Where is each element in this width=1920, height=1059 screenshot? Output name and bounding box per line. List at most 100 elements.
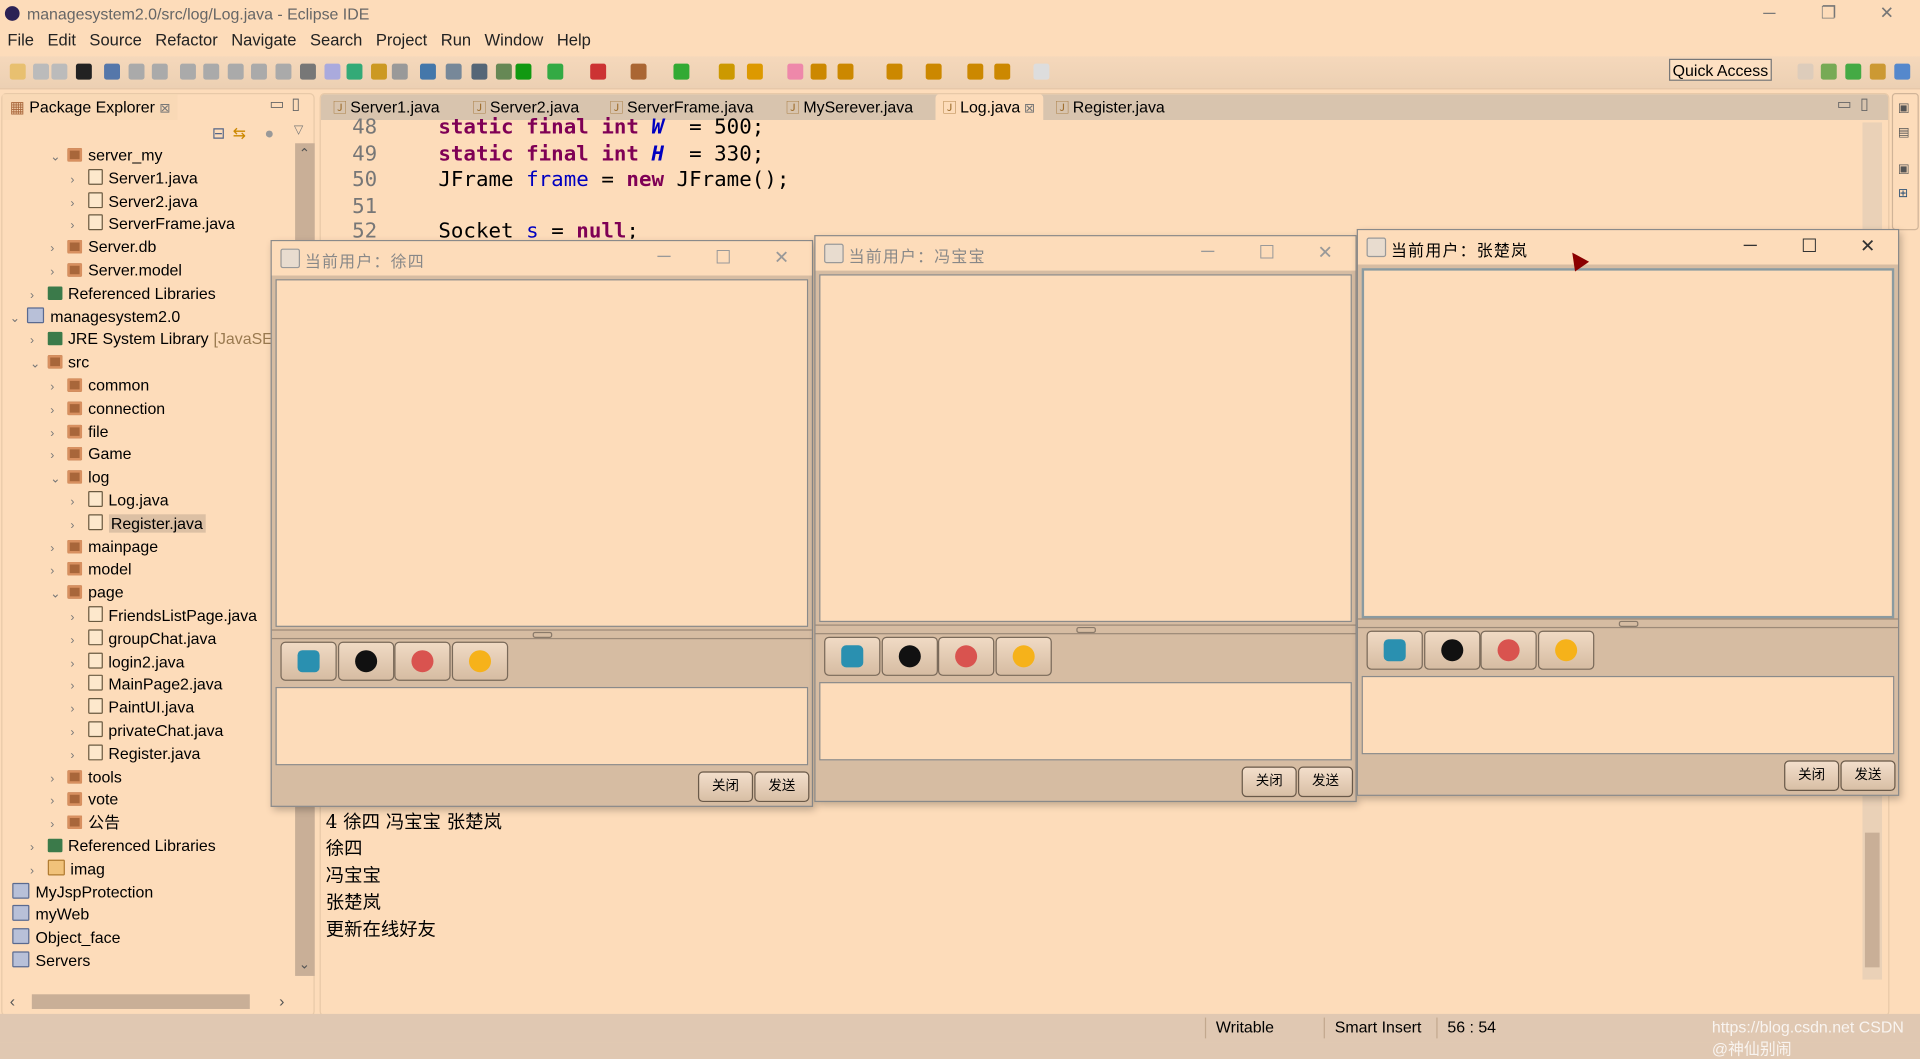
menu-edit[interactable]: Edit	[40, 27, 82, 49]
close-button[interactable]: ✕	[1860, 235, 1875, 257]
maximize-button[interactable]: ☐	[1801, 235, 1817, 257]
tree-item-model[interactable]: › model	[50, 558, 131, 581]
minimize-view-icon[interactable]: ▭	[269, 94, 284, 114]
toolbar-button-icon[interactable]	[227, 63, 244, 80]
toolbar-button-icon[interactable]	[128, 63, 145, 80]
package-explorer-tab[interactable]: ▦ Package Explorer ⊠	[2, 94, 179, 121]
emoji-button[interactable]	[451, 641, 508, 681]
tree-item-register-java[interactable]: › Register.java	[70, 512, 206, 535]
message-display-area[interactable]	[275, 279, 809, 627]
send-button[interactable]: 发送	[1297, 766, 1354, 798]
scroll-right-icon[interactable]: ›	[279, 992, 284, 1010]
tree-item-server-my[interactable]: ⌄ server_my	[50, 143, 162, 166]
maximize-button[interactable]: ☐	[715, 246, 731, 268]
tree-item-mainpage2-java[interactable]: › MainPage2.java	[70, 673, 223, 696]
divider-handle[interactable]	[1076, 626, 1096, 634]
minimize-button[interactable]: ─	[1201, 241, 1214, 262]
java-perspective-icon[interactable]	[1820, 63, 1837, 80]
minimize-button[interactable]: ─	[1763, 2, 1775, 22]
menu-window[interactable]: Window	[477, 27, 549, 49]
chevron-down-icon[interactable]: ⌄	[50, 583, 67, 606]
editor-scroll-thumb[interactable]	[1864, 832, 1880, 968]
toolbar-button-icon[interactable]	[324, 63, 341, 80]
menu-navigate[interactable]: Navigate	[224, 27, 303, 49]
chat-window-titlebar[interactable]: 当前用户：徐四 ─ ☐ ✕	[271, 241, 812, 276]
toolbar-button-icon[interactable]	[420, 63, 436, 80]
toolbar-button-icon[interactable]	[104, 63, 121, 80]
toolbar-button-icon[interactable]	[630, 63, 647, 80]
horizontal-scrollbar[interactable]: ‹ ›	[7, 992, 296, 1012]
message-input[interactable]	[275, 686, 809, 766]
chat-window-titlebar[interactable]: 当前用户：张楚岚 ─ ☐ ✕	[1357, 230, 1898, 265]
toolbar-button-icon[interactable]	[300, 63, 316, 80]
menu-run[interactable]: Run	[433, 27, 477, 49]
tree-item-referenced-libraries[interactable]: › Referenced Libraries	[30, 834, 216, 857]
tree-item-log[interactable]: ⌄ log	[50, 466, 109, 489]
menu-project[interactable]: Project	[368, 27, 433, 49]
tree-item-server-model[interactable]: › Server.model	[50, 258, 182, 281]
close-view-icon[interactable]: ⊠	[159, 102, 170, 117]
toolbar-button-icon[interactable]	[471, 63, 488, 80]
menu-refactor[interactable]: Refactor	[148, 27, 224, 49]
toolbar-button-icon[interactable]	[203, 63, 220, 80]
tree-item-server-db[interactable]: › Server.db	[50, 235, 156, 258]
tree-item-vote[interactable]: › vote	[50, 788, 118, 811]
close-chat-button[interactable]: 关闭	[1784, 760, 1840, 792]
quick-access-input[interactable]: Quick Access	[1668, 58, 1772, 81]
tab-log-java[interactable]: 🄹 Log.java ⊠	[935, 94, 1043, 121]
toolbar-button-icon[interactable]	[180, 63, 196, 80]
tree-item-servers[interactable]: Servers	[10, 949, 91, 972]
split-pane-divider[interactable]	[271, 629, 812, 640]
toolbar-button-icon[interactable]	[151, 63, 168, 80]
tree-item-login2-java[interactable]: › login2.java	[70, 650, 184, 673]
tree-item-groupchat-java[interactable]: › groupChat.java	[70, 627, 216, 650]
toolbar-button-icon[interactable]	[718, 63, 735, 80]
emoji-button[interactable]	[1537, 630, 1594, 670]
maximize-button[interactable]: ☐	[1259, 241, 1275, 263]
tree-item-paintui-java[interactable]: › PaintUI.java	[70, 696, 194, 719]
chevron-down-icon[interactable]: ⌄	[10, 307, 27, 330]
font-button[interactable]	[937, 636, 995, 676]
chevron-down-icon[interactable]: ⌄	[50, 468, 67, 491]
divider-handle[interactable]	[532, 631, 553, 638]
close-chat-button[interactable]: 关闭	[697, 771, 754, 803]
brush-button[interactable]	[1423, 630, 1480, 670]
tree-item-managesystem2-0[interactable]: ⌄ managesystem2.0	[10, 304, 180, 327]
toolbar-button-icon[interactable]	[9, 63, 26, 80]
brush-button[interactable]	[881, 636, 938, 676]
toolbar-button-icon[interactable]	[967, 63, 984, 80]
send-button[interactable]: 发送	[1840, 760, 1896, 792]
split-pane-divider[interactable]	[1357, 618, 1898, 629]
minimize-button[interactable]: ─	[658, 246, 671, 267]
tree-item-server1-java[interactable]: › Server1.java	[70, 166, 198, 189]
chat-window-titlebar[interactable]: 当前用户：冯宝宝 ─ ☐ ✕	[815, 236, 1356, 271]
message-display-area[interactable]	[819, 274, 1352, 623]
scroll-thumb[interactable]	[31, 994, 250, 1009]
tab-register-java[interactable]: 🄹 Register.java	[1048, 94, 1172, 120]
tree-item-tools[interactable]: › tools	[50, 765, 122, 788]
chevron-down-icon[interactable]: ⌄	[30, 353, 47, 376]
jee-perspective-icon[interactable]	[1869, 63, 1886, 80]
toolbar-button-icon[interactable]	[746, 63, 763, 80]
toolbar-button-icon[interactable]	[33, 63, 49, 80]
toolbar-button-icon[interactable]	[275, 63, 292, 80]
toolbar-button-icon[interactable]	[590, 63, 607, 80]
tree-item-friendslistpage-java[interactable]: › FriendsListPage.java	[70, 604, 257, 627]
tree-item-src[interactable]: ⌄ src	[30, 350, 89, 373]
scroll-up-icon[interactable]: ⌃	[299, 146, 310, 162]
scroll-down-icon[interactable]: ⌄	[299, 956, 310, 973]
view-menu-icon[interactable]: ▽	[294, 124, 303, 137]
minimize-editor-icon[interactable]: ▭	[1837, 94, 1852, 114]
tree-item-register-java[interactable]: › Register.java	[70, 742, 200, 765]
tree-item-privatechat-java[interactable]: › privateChat.java	[70, 719, 223, 742]
restore-icon[interactable]: ▣	[1898, 163, 1910, 176]
minimize-button[interactable]: ─	[1744, 235, 1757, 256]
image-button[interactable]	[824, 636, 881, 676]
toolbar-button-icon[interactable]	[515, 63, 532, 80]
menu-source[interactable]: Source	[82, 27, 148, 49]
message-display-area[interactable]	[1361, 268, 1895, 619]
tree-item-connection[interactable]: › connection	[50, 396, 165, 419]
toolbar-button-icon[interactable]	[994, 63, 1011, 80]
close-button[interactable]: ✕	[774, 246, 789, 268]
tree-item-myjspprotection[interactable]: MyJspProtection	[10, 880, 153, 903]
